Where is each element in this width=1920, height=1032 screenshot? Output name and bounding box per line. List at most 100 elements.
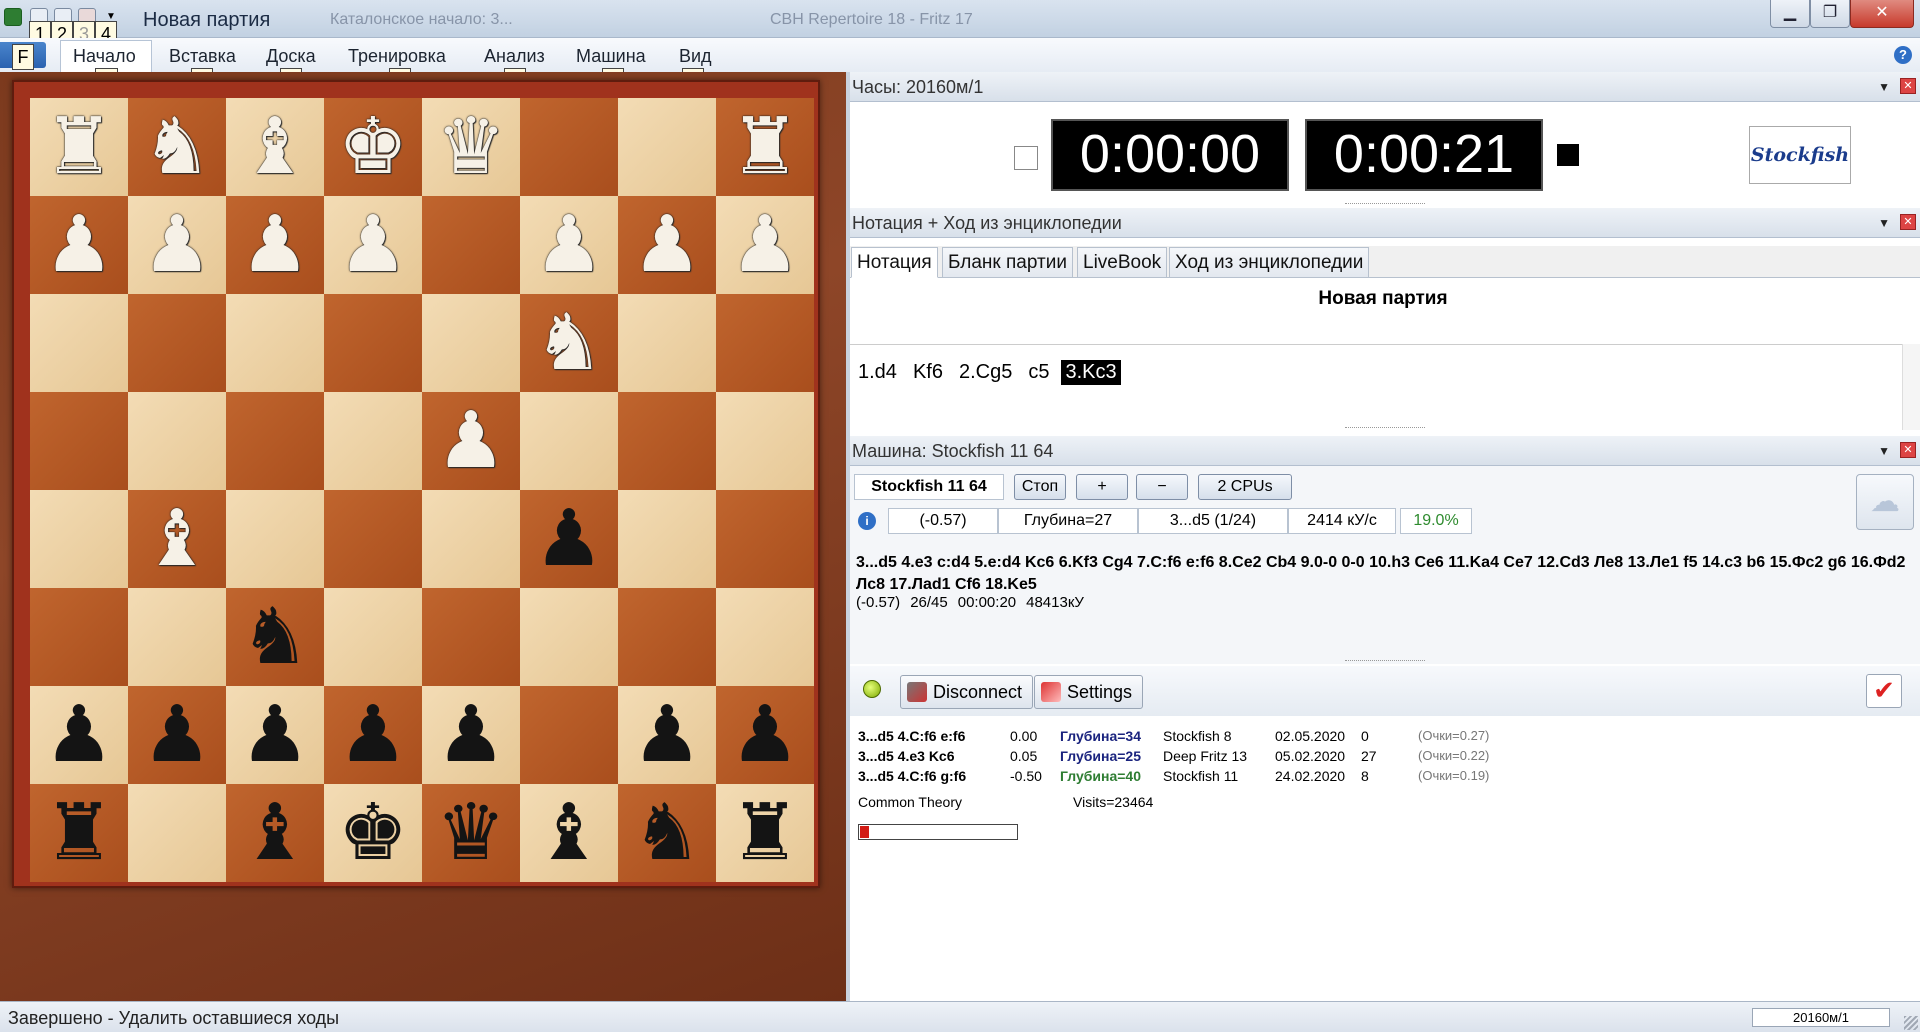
- square-h6[interactable]: [716, 294, 814, 392]
- settings-button[interactable]: Settings: [1034, 675, 1144, 709]
- square-c8[interactable]: ♝: [226, 98, 324, 196]
- square-g3[interactable]: [618, 588, 716, 686]
- square-a4[interactable]: [30, 490, 128, 588]
- resize-grip[interactable]: [1345, 203, 1425, 207]
- square-f8[interactable]: [520, 98, 618, 196]
- square-g4[interactable]: [618, 490, 716, 588]
- square-g6[interactable]: [618, 294, 716, 392]
- cpus-button[interactable]: 2 CPUs: [1198, 474, 1292, 500]
- engine-name[interactable]: Stockfish 11 64: [854, 474, 1004, 500]
- square-c2[interactable]: ♟: [226, 686, 324, 784]
- black-queen-icon[interactable]: ♛: [436, 794, 506, 872]
- square-a1[interactable]: ♜: [30, 784, 128, 882]
- square-h2[interactable]: ♟: [716, 686, 814, 784]
- app-icon[interactable]: [4, 8, 22, 26]
- square-h3[interactable]: [716, 588, 814, 686]
- black-pawn-icon[interactable]: ♟: [338, 696, 408, 774]
- pane-dropdown-icon[interactable]: ▼: [1878, 444, 1890, 458]
- tab-livebook[interactable]: LiveBook: [1077, 247, 1168, 278]
- white-pawn-icon[interactable]: ♟: [240, 206, 310, 284]
- pane-close-icon[interactable]: ✕: [1900, 214, 1916, 230]
- square-g8[interactable]: [618, 98, 716, 196]
- disconnect-button[interactable]: Disconnect: [900, 675, 1034, 709]
- square-g2[interactable]: ♟: [618, 686, 716, 784]
- help-icon[interactable]: ?: [1894, 46, 1912, 64]
- tab-encyclopedia-move[interactable]: Ход из энциклопедии: [1169, 247, 1370, 278]
- square-d5[interactable]: [324, 392, 422, 490]
- menu-training[interactable]: Тренировка: [348, 46, 446, 67]
- white-pawn-icon[interactable]: ♟: [142, 206, 212, 284]
- square-g5[interactable]: [618, 392, 716, 490]
- square-h8[interactable]: ♜: [716, 98, 814, 196]
- square-f4[interactable]: ♟: [520, 490, 618, 588]
- square-c1[interactable]: ♝: [226, 784, 324, 882]
- black-rook-icon[interactable]: ♜: [730, 794, 800, 872]
- square-f7[interactable]: ♟: [520, 196, 618, 294]
- square-b3[interactable]: [128, 588, 226, 686]
- black-pawn-icon[interactable]: ♟: [632, 696, 702, 774]
- menu-insert[interactable]: Вставка: [169, 46, 236, 67]
- square-c3[interactable]: ♞: [226, 588, 324, 686]
- black-king-icon[interactable]: ♚: [338, 794, 408, 872]
- white-king-icon[interactable]: ♚: [338, 108, 408, 186]
- pane-close-icon[interactable]: ✕: [1900, 78, 1916, 94]
- square-b7[interactable]: ♟: [128, 196, 226, 294]
- move-token[interactable]: 3.Kc3: [1061, 360, 1121, 385]
- notation-scrollbar[interactable]: [1902, 344, 1920, 430]
- white-bishop-icon[interactable]: ♝: [240, 108, 310, 186]
- square-a7[interactable]: ♟: [30, 196, 128, 294]
- chess-board[interactable]: ♜ ♞ ♝ ♚ ♛ ♜ ♟ ♟ ♟ ♟ ♟ ♟ ♟ ♞ ♟ ♝ ♟ ♞ ♟ ♟ ♟ ♟ ♟ ♟ ♟ ♜ ♝ ♚ ♛ ♝ ♞ ♜: [30, 98, 814, 882]
- square-b2[interactable]: ♟: [128, 686, 226, 784]
- square-d1[interactable]: ♚: [324, 784, 422, 882]
- white-bishop-icon[interactable]: ♝: [142, 500, 212, 578]
- white-pawn-icon[interactable]: ♟: [632, 206, 702, 284]
- square-c7[interactable]: ♟: [226, 196, 324, 294]
- square-e3[interactable]: [422, 588, 520, 686]
- square-b8[interactable]: ♞: [128, 98, 226, 196]
- square-b1[interactable]: [128, 784, 226, 882]
- pane-dropdown-icon[interactable]: ▼: [1878, 80, 1890, 94]
- square-a5[interactable]: [30, 392, 128, 490]
- black-pawn-icon[interactable]: ♟: [436, 696, 506, 774]
- ghost-tab-2[interactable]: CBH Repertoire 18 - Fritz 17: [770, 11, 973, 29]
- menu-home[interactable]: Начало: [73, 46, 136, 67]
- move-token[interactable]: c5: [1024, 360, 1053, 385]
- square-f5[interactable]: [520, 392, 618, 490]
- square-e8[interactable]: ♛: [422, 98, 520, 196]
- square-d4[interactable]: [324, 490, 422, 588]
- white-rook-icon[interactable]: ♜: [44, 108, 114, 186]
- square-e6[interactable]: [422, 294, 520, 392]
- pane-close-icon[interactable]: ✕: [1900, 442, 1916, 458]
- square-b6[interactable]: [128, 294, 226, 392]
- square-h1[interactable]: ♜: [716, 784, 814, 882]
- white-knight-icon[interactable]: ♞: [142, 108, 212, 186]
- black-pawn-icon[interactable]: ♟: [534, 500, 604, 578]
- square-f1[interactable]: ♝: [520, 784, 618, 882]
- square-f3[interactable]: [520, 588, 618, 686]
- square-d3[interactable]: [324, 588, 422, 686]
- white-pawn-icon[interactable]: ♟: [436, 402, 506, 480]
- square-d7[interactable]: ♟: [324, 196, 422, 294]
- square-f6[interactable]: ♞: [520, 294, 618, 392]
- square-d2[interactable]: ♟: [324, 686, 422, 784]
- white-rook-icon[interactable]: ♜: [730, 108, 800, 186]
- move-token[interactable]: Kf6: [909, 360, 947, 385]
- black-knight-icon[interactable]: ♞: [240, 598, 310, 676]
- close-button[interactable]: ✕: [1850, 0, 1914, 28]
- square-d8[interactable]: ♚: [324, 98, 422, 196]
- black-pawn-icon[interactable]: ♟: [730, 696, 800, 774]
- black-knight-icon[interactable]: ♞: [632, 794, 702, 872]
- white-pawn-icon[interactable]: ♟: [338, 206, 408, 284]
- square-g1[interactable]: ♞: [618, 784, 716, 882]
- white-pawn-icon[interactable]: ♟: [730, 206, 800, 284]
- add-line-button[interactable]: +: [1076, 474, 1128, 500]
- book-row[interactable]: 3...d5 4.C:f6 e:f6 0.00 Глубина=34 Stockfis…: [858, 728, 1495, 748]
- square-a2[interactable]: ♟: [30, 686, 128, 784]
- square-c4[interactable]: [226, 490, 324, 588]
- stop-button[interactable]: Стоп: [1014, 474, 1066, 500]
- square-a6[interactable]: [30, 294, 128, 392]
- tab-game-sheet[interactable]: Бланк партии: [942, 247, 1073, 278]
- black-bishop-icon[interactable]: ♝: [534, 794, 604, 872]
- resize-grip[interactable]: [1345, 427, 1425, 431]
- white-queen-icon[interactable]: ♛: [436, 108, 506, 186]
